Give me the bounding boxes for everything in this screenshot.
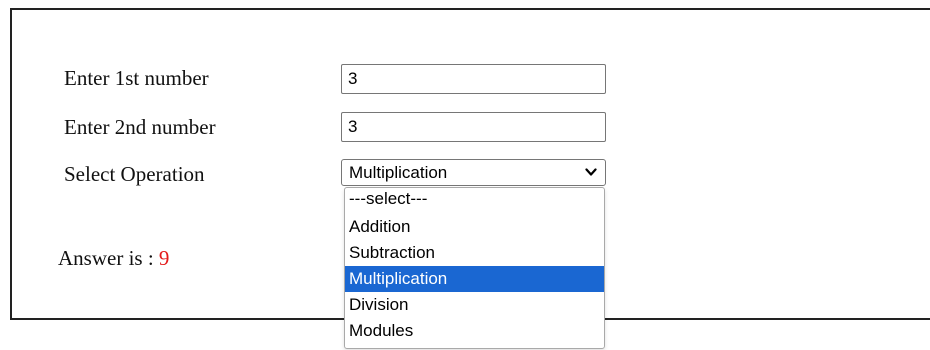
operation-label: Select Operation	[64, 162, 205, 186]
operation-dropdown-list: ---select--- Addition Subtraction Multip…	[344, 187, 605, 349]
dropdown-option-highlighted[interactable]: Multiplication	[345, 266, 604, 292]
first-number-label: Enter 1st number	[64, 66, 209, 90]
second-number-label: Enter 2nd number	[64, 115, 216, 139]
operation-select[interactable]: Multiplication	[341, 159, 606, 186]
dropdown-option[interactable]: ---select---	[345, 188, 604, 214]
answer-value: 9	[158, 246, 170, 270]
dropdown-option[interactable]: Subtraction	[345, 240, 604, 266]
answer-label: Answer is :	[58, 246, 159, 270]
second-number-input[interactable]: 3	[341, 112, 606, 142]
dropdown-option[interactable]: Division	[345, 292, 604, 318]
dropdown-option[interactable]: Addition	[345, 214, 604, 240]
operation-select-value: Multiplication	[349, 163, 448, 182]
first-number-input[interactable]: 3	[341, 64, 606, 94]
answer-line: Answer is : 9	[58, 246, 169, 271]
dropdown-option[interactable]: Modules	[345, 318, 604, 344]
chevron-down-icon	[585, 168, 597, 176]
